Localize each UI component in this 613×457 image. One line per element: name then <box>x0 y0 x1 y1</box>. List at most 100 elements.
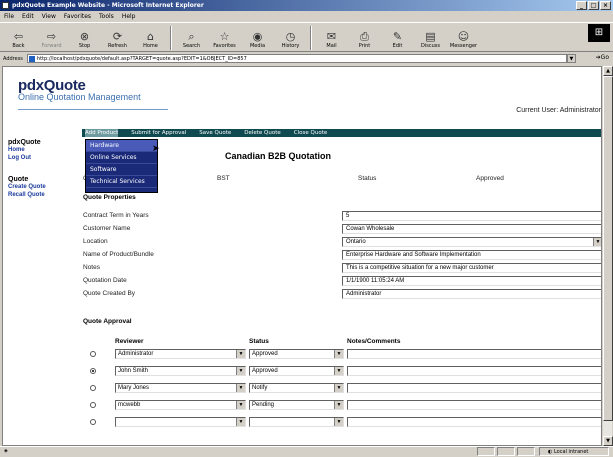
chevron-down-icon[interactable]: ▼ <box>236 367 245 375</box>
approval-row-radio[interactable] <box>90 385 96 391</box>
quotation-date-input[interactable]: 1/1/1900 11:05:24 AM <box>342 276 601 286</box>
mouse-cursor-icon: ➤ <box>152 144 160 154</box>
app-logo: pdxQuote Online Quotation Management <box>18 77 141 102</box>
address-input[interactable]: http://localhost/pdxquote/default.asp?TA… <box>26 54 576 63</box>
windows-logo-icon: ⊞ <box>588 24 610 42</box>
discuss-button[interactable]: ▤ Discuss <box>414 23 447 51</box>
contract-term-input[interactable]: 5 <box>342 211 601 221</box>
notes-comment-input[interactable] <box>347 366 601 376</box>
quote-mid-label: BST <box>217 175 230 182</box>
vertical-scrollbar[interactable]: ▲ ▼ <box>602 66 613 446</box>
reviewer-select[interactable]: John Smith ▼ <box>115 366 246 376</box>
sidebar-link-home[interactable]: Home <box>8 146 78 154</box>
chevron-down-icon[interactable]: ▼ <box>236 384 245 392</box>
product-bundle-input[interactable]: Enterprise Hardware and Software Impleme… <box>342 250 601 260</box>
minimize-button[interactable]: _ <box>576 1 587 10</box>
media-button[interactable]: ◉ Media <box>241 23 274 51</box>
notes-input[interactable]: This is a competitive situation for a ne… <box>342 263 601 273</box>
menu-view[interactable]: View <box>42 12 56 22</box>
page-icon <box>28 56 35 62</box>
forward-button[interactable]: ⇨ Forward <box>35 23 68 51</box>
created-by-input[interactable]: Administrator <box>342 289 601 299</box>
menu-item-hardware[interactable]: Hardware <box>86 140 157 152</box>
messenger-button[interactable]: ☺ Messenger <box>447 23 480 51</box>
notes-comment-input[interactable] <box>347 349 601 359</box>
scroll-down-icon[interactable]: ▼ <box>603 436 613 446</box>
menu-help[interactable]: Help <box>122 12 136 22</box>
chevron-down-icon[interactable]: ▼ <box>236 418 245 426</box>
home-button[interactable]: ⌂ Home <box>134 23 167 51</box>
reviewer-select[interactable]: Administrator ▼ <box>115 349 246 359</box>
nav-save-quote[interactable]: Save Quote <box>199 129 231 137</box>
status-select[interactable]: Pending ▼ <box>249 400 344 410</box>
status-select[interactable]: ▼ <box>249 417 344 427</box>
mail-button[interactable]: ✉ Mail <box>315 23 348 51</box>
favorites-icon: ☆ <box>219 30 230 43</box>
search-button[interactable]: ⌕ Search <box>175 23 208 51</box>
history-button[interactable]: ◷ History <box>274 23 307 51</box>
address-dropdown-icon[interactable]: ▼ <box>566 54 576 63</box>
refresh-icon: ⟳ <box>112 30 123 43</box>
menu-item-software[interactable]: Software <box>86 164 157 176</box>
back-arrow-icon: ⇦ <box>13 30 24 43</box>
status-cells <box>477 447 535 456</box>
field-label-product-bundle: Name of Product/Bundle <box>83 251 154 258</box>
chevron-down-icon[interactable]: ▼ <box>334 350 343 358</box>
menu-item-online-services[interactable]: Online Services <box>86 152 157 164</box>
close-button[interactable]: × <box>600 1 611 10</box>
chevron-down-icon[interactable]: ▼ <box>334 418 343 426</box>
chevron-down-icon[interactable]: ▼ <box>334 384 343 392</box>
back-button[interactable]: ⇦ Back <box>2 23 35 51</box>
status-select[interactable]: Notify ▼ <box>249 383 344 393</box>
add-product-menu: Hardware Online Services Software Techni… <box>85 139 158 193</box>
location-select[interactable]: Ontario ▼ <box>342 237 601 247</box>
menu-file[interactable]: File <box>4 12 14 22</box>
menu-item-technical-services[interactable]: Technical Services <box>86 176 157 188</box>
approval-row-radio[interactable] <box>90 402 96 408</box>
refresh-button[interactable]: ⟳ Refresh <box>101 23 134 51</box>
edit-button[interactable]: ✎ Edit <box>381 23 414 51</box>
ie-icon <box>2 2 9 9</box>
approval-row-radio[interactable] <box>90 368 96 374</box>
approval-row-radio[interactable] <box>90 419 96 425</box>
stop-button[interactable]: ⊗ Stop <box>68 23 101 51</box>
reviewer-select[interactable]: Mary Jones ▼ <box>115 383 246 393</box>
scroll-up-icon[interactable]: ▲ <box>603 66 613 76</box>
forward-arrow-icon: ⇨ <box>46 30 57 43</box>
chevron-down-icon[interactable]: ▼ <box>593 238 601 246</box>
menu-bar: File Edit View Favorites Tools Help <box>0 12 613 22</box>
customer-name-input[interactable]: Cowan Wholesale <box>342 224 601 234</box>
status-select[interactable]: Approved ▼ <box>249 349 344 359</box>
reviewer-select[interactable]: mcwebb ▼ <box>115 400 246 410</box>
field-label-notes: Notes <box>83 264 100 271</box>
quote-title: Canadian B2B Quotation <box>225 151 332 161</box>
notes-comment-input[interactable] <box>347 417 601 427</box>
notes-comment-input[interactable] <box>347 400 601 410</box>
approval-row-radio[interactable] <box>90 351 96 357</box>
nav-add-product[interactable]: Add Product <box>85 129 119 137</box>
sidebar-link-logout[interactable]: Log Out <box>8 154 78 162</box>
chevron-down-icon[interactable]: ▼ <box>334 367 343 375</box>
reviewer-select[interactable]: ▼ <box>115 417 246 427</box>
sidebar-link-recall-quote[interactable]: Recall Quote <box>8 191 78 199</box>
print-button[interactable]: ⎙ Print <box>348 23 381 51</box>
menu-favorites[interactable]: Favorites <box>64 12 91 22</box>
status-select[interactable]: Approved ▼ <box>249 366 344 376</box>
security-zone: ◐ Local intranet <box>539 447 609 456</box>
nav-submit-for-approval[interactable]: Submit for Approval <box>131 129 186 137</box>
menu-edit[interactable]: Edit <box>22 12 34 22</box>
notes-comment-input[interactable] <box>347 383 601 393</box>
sidebar-link-create-quote[interactable]: Create Quote <box>8 183 78 191</box>
chevron-down-icon[interactable]: ▼ <box>334 401 343 409</box>
zone-icon: ◐ <box>548 449 553 455</box>
nav-close-quote[interactable]: Close Quote <box>294 129 327 137</box>
toolbar-separator <box>310 26 312 50</box>
chevron-down-icon[interactable]: ▼ <box>236 350 245 358</box>
favorites-button[interactable]: ☆ Favorites <box>208 23 241 51</box>
go-button[interactable]: ➔Go <box>596 54 609 61</box>
menu-tools[interactable]: Tools <box>99 12 114 22</box>
maximize-button[interactable]: □ <box>588 1 599 10</box>
scroll-thumb[interactable] <box>603 76 613 421</box>
nav-delete-quote[interactable]: Delete Quote <box>244 129 281 137</box>
chevron-down-icon[interactable]: ▼ <box>236 401 245 409</box>
